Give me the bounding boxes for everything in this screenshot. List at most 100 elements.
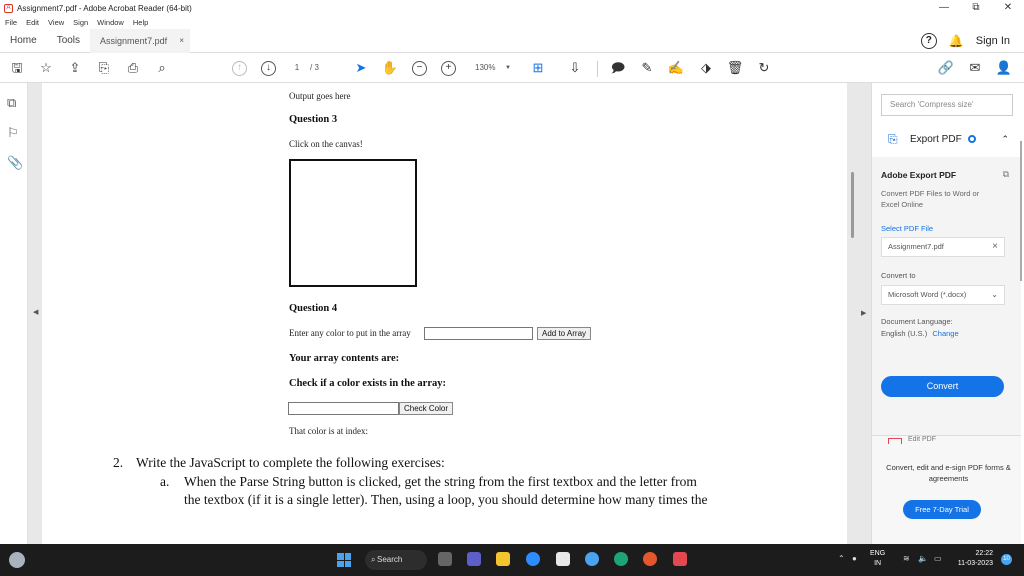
link-share-icon[interactable]: 🔗 — [937, 59, 955, 77]
notification-bell-icon[interactable]: 🔔 — [949, 34, 964, 48]
input-language[interactable]: ENG IN — [870, 549, 885, 569]
task-view-icon[interactable] — [438, 552, 452, 566]
title-bar: A Assignment7.pdf - Adobe Acrobat Reader… — [0, 0, 1024, 16]
taskbar-search[interactable]: ⌕ Search — [365, 550, 427, 570]
close-window-button[interactable]: ✕ — [992, 0, 1024, 16]
pages-thumbnail-icon[interactable]: ⧉ — [7, 95, 16, 111]
file-explorer-icon[interactable] — [496, 552, 510, 566]
store-icon[interactable] — [556, 552, 570, 566]
save-icon[interactable]: 🖫 — [8, 59, 26, 77]
edit-pdf-label[interactable]: Edit PDF — [908, 436, 936, 443]
index-result-text: That color is at index: — [289, 426, 368, 436]
remove-file-icon[interactable]: × — [992, 238, 998, 256]
convert-format-select[interactable]: Microsoft Word (*.docx) ⌄ — [881, 285, 1005, 305]
zoom-level-dropdown[interactable]: 130% ▼ — [467, 60, 515, 76]
menu-view[interactable]: View — [48, 18, 64, 27]
check-color-input[interactable] — [288, 402, 399, 415]
weather-icon[interactable] — [9, 552, 25, 568]
stamp-icon[interactable]: ⬗ — [697, 59, 715, 77]
sign-in-button[interactable]: Sign In — [976, 35, 1010, 47]
toolbar: 🖫 ☆ ⇪ ⎘ ⎙ ⌕ ↑ ↓ 1 / 3 ➤ ✋ − + 130% ▼ ⊞ ⇩… — [0, 53, 1024, 83]
export-pdf-header[interactable]: ⎘ Export PDF ⌃ — [872, 125, 1024, 153]
menu-file[interactable]: File — [5, 18, 17, 27]
panel-scrollbar[interactable] — [1020, 141, 1022, 281]
convert-button[interactable]: Convert — [881, 376, 1004, 397]
check-color-button[interactable]: Check Color — [399, 402, 454, 415]
select-cursor-icon[interactable]: ➤ — [352, 59, 370, 77]
next-page-icon[interactable]: ↓ — [261, 61, 276, 76]
selected-file-field[interactable]: Assignment7.pdf × — [881, 237, 1005, 257]
expand-left-panel-icon[interactable]: ◀ — [33, 308, 38, 316]
help-icon[interactable]: ? — [920, 33, 937, 49]
upload-cloud-icon[interactable]: ⇪ — [66, 59, 84, 77]
close-tab-icon[interactable]: × — [179, 29, 184, 53]
fit-page-icon[interactable]: ⊞ — [529, 59, 547, 77]
question-3-instruction: Click on the canvas! — [289, 139, 363, 149]
menu-window[interactable]: Window — [97, 18, 124, 27]
acrobat-taskbar-icon[interactable] — [673, 552, 687, 566]
show-hidden-icons-icon[interactable]: ⌃ — [838, 554, 845, 563]
comment-icon[interactable]: 🗩 — [609, 59, 627, 77]
star-icon[interactable]: ☆ — [37, 59, 55, 77]
print-icon[interactable]: ⎙ — [124, 59, 142, 77]
wifi-icon[interactable]: ≋ — [903, 554, 910, 563]
windows-start-icon[interactable] — [337, 553, 351, 567]
bookmark-icon[interactable]: ⚐ — [7, 125, 19, 141]
settings-app-icon[interactable] — [585, 552, 599, 566]
chrome-browser-icon[interactable] — [643, 552, 657, 566]
battery-icon[interactable]: ▭ — [934, 554, 942, 563]
rotate-icon[interactable]: ↻ — [755, 59, 773, 77]
draw-signature-icon[interactable]: ✍ — [667, 59, 685, 77]
notification-badge[interactable]: 10 — [1001, 554, 1012, 565]
tray-app-icon[interactable]: ● — [852, 554, 857, 563]
menu-edit[interactable]: Edit — [26, 18, 39, 27]
document-viewport[interactable]: Output goes here Question 3 Click on the… — [28, 83, 871, 544]
menu-help[interactable]: Help — [133, 18, 148, 27]
window-title: Assignment7.pdf - Adobe Acrobat Reader (… — [17, 3, 192, 13]
hand-tool-icon[interactable]: ✋ — [381, 59, 399, 77]
minimize-button[interactable]: — — [928, 0, 960, 16]
previous-page-icon[interactable]: ↑ — [232, 61, 247, 76]
share-file-icon[interactable]: ⎘ — [95, 59, 113, 77]
tab-document-label: Assignment7.pdf — [100, 35, 168, 46]
change-language-link[interactable]: Change — [932, 329, 958, 338]
color-input[interactable] — [424, 327, 533, 340]
tab-tools[interactable]: Tools — [47, 29, 90, 53]
tab-document[interactable]: Assignment7.pdf × — [90, 28, 191, 53]
item-2-number: 2. — [113, 455, 124, 470]
menu-sign[interactable]: Sign — [73, 18, 88, 27]
collapse-right-panel-icon[interactable]: ▶ — [861, 309, 866, 317]
free-trial-button[interactable]: Free 7-Day Trial — [903, 500, 981, 519]
chevron-down-icon: ⌄ — [991, 290, 998, 299]
edge-browser-icon[interactable] — [614, 552, 628, 566]
add-user-icon[interactable]: 👤 — [995, 59, 1013, 77]
page-count: / 3 — [310, 63, 319, 72]
highlight-pen-icon[interactable]: ✎ — [638, 59, 656, 77]
add-to-array-button[interactable]: Add to Array — [537, 327, 592, 340]
document-scrollbar[interactable] — [851, 172, 854, 238]
zoom-out-icon[interactable]: − — [412, 61, 427, 76]
scroll-mode-icon[interactable]: ⇩ — [566, 59, 584, 77]
selected-file-name: Assignment7.pdf — [888, 242, 944, 251]
export-pdf-label: Export PDF — [910, 133, 962, 145]
find-icon[interactable]: ⌕ — [153, 59, 171, 77]
drawing-canvas[interactable] — [289, 159, 417, 287]
zoom-level-value: 130% — [475, 63, 496, 72]
page-number-input[interactable]: 1 — [289, 60, 305, 76]
volume-icon[interactable]: 🔈 — [918, 554, 928, 563]
attachment-icon[interactable]: 📎 — [7, 155, 23, 171]
check-color-heading: Check if a color exists in the array: — [289, 378, 446, 389]
zoom-in-icon[interactable]: + — [441, 61, 456, 76]
system-clock[interactable]: 22:22 11-03-2023 — [953, 549, 993, 569]
copy-icon[interactable]: ⧉ — [1003, 169, 1009, 180]
delete-icon[interactable]: 🗑 — [726, 59, 744, 77]
teams-icon[interactable] — [467, 552, 481, 566]
email-icon[interactable]: ✉ — [966, 59, 984, 77]
tools-search-input[interactable]: Search 'Compress size' — [881, 94, 1013, 116]
maximize-button[interactable]: ⧉ — [960, 0, 992, 16]
array-contents-label: Your array contents are: — [289, 353, 400, 364]
tab-home[interactable]: Home — [0, 29, 47, 53]
zoom-app-icon[interactable] — [526, 552, 540, 566]
chevron-up-icon[interactable]: ⌃ — [1001, 134, 1009, 145]
select-pdf-file-link[interactable]: Select PDF File — [881, 224, 933, 233]
